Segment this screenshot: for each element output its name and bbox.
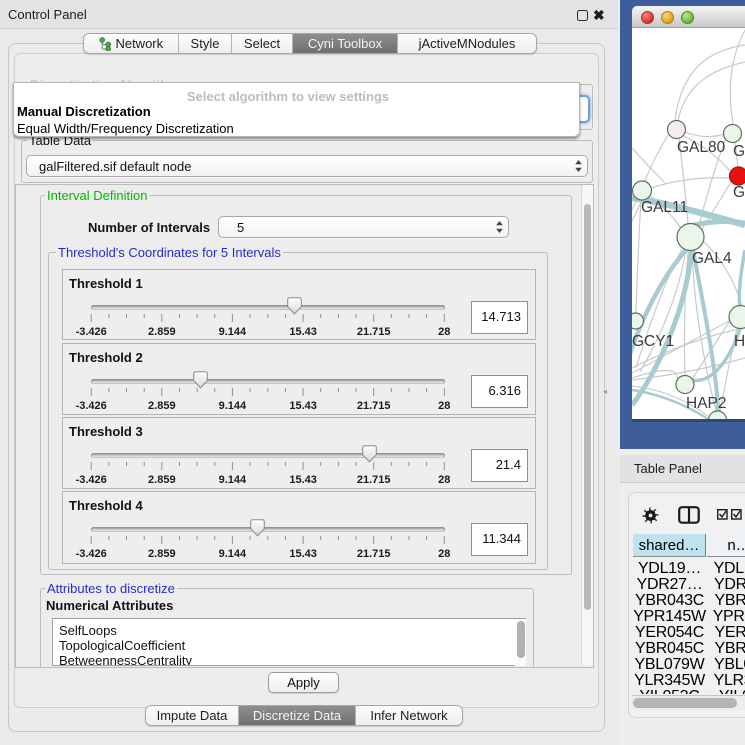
svg-text:GA: GA xyxy=(733,143,745,160)
svg-text:G: G xyxy=(733,184,745,201)
svg-text:GAL80: GAL80 xyxy=(677,139,726,156)
svg-text:HAP2: HAP2 xyxy=(686,395,727,412)
svg-text:H: H xyxy=(734,333,745,350)
svg-text:GAL4: GAL4 xyxy=(692,250,732,267)
svg-text:GAL11: GAL11 xyxy=(641,199,688,216)
svg-text:GCY1: GCY1 xyxy=(632,333,674,350)
